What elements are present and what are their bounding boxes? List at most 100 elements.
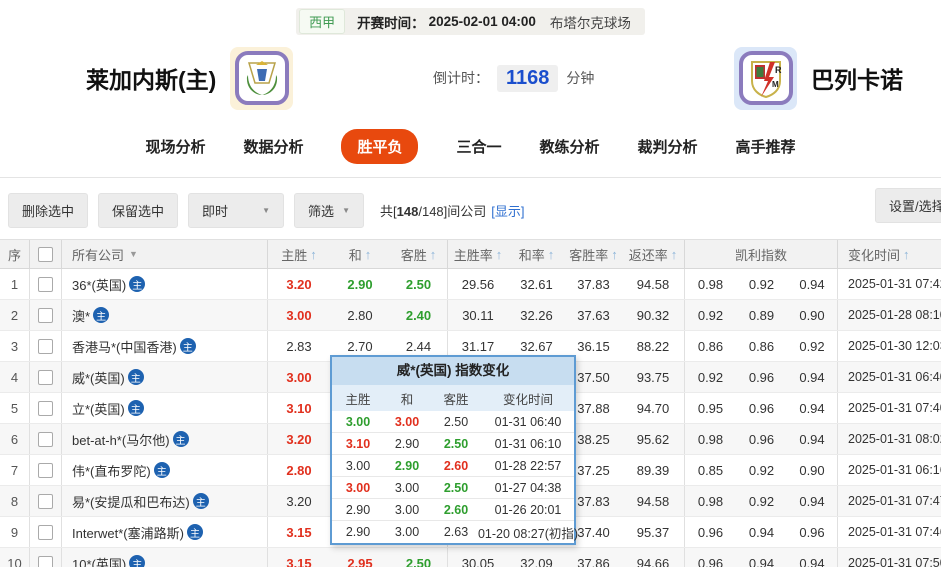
row-checkbox[interactable] (38, 369, 53, 385)
payout-cell: 88.22 (622, 331, 685, 361)
row-checkbox-cell (30, 548, 62, 567)
payout-cell: 94.58 (622, 486, 685, 516)
company-name: 36*(英国) (72, 277, 127, 293)
home-odds-cell[interactable]: 3.20 (268, 486, 330, 516)
kelly-draw-cell: 0.92 (748, 493, 775, 509)
tab-4[interactable]: 三合一 (456, 136, 501, 157)
row-checkbox[interactable] (38, 338, 53, 354)
company-cell[interactable]: 易*(安提瓜和巴布达) 主 (62, 486, 268, 516)
popup-header-4: 变化时间 (502, 392, 553, 407)
company-cell[interactable]: bet-at-h*(马尔他) 主 (62, 424, 268, 454)
row-checkbox[interactable] (38, 493, 53, 509)
home-odds-cell[interactable]: 3.15 (268, 548, 330, 567)
draw-odds-cell[interactable]: 2.90 (330, 269, 390, 299)
svg-text:M: M (772, 80, 779, 89)
kelly-draw-cell: 0.96 (748, 431, 775, 447)
draw-odds-cell[interactable]: 2.95 (330, 548, 390, 567)
chevron-down-icon: ▼ (129, 249, 138, 259)
row-number: 6 (0, 424, 30, 454)
home-odds-cell[interactable]: 3.15 (268, 517, 330, 547)
header-payout[interactable]: 返还率 ↑ (622, 240, 685, 268)
popup-home-odds: 3.00 (345, 480, 371, 495)
live-odds-dropdown[interactable]: 即时 ▼ (188, 193, 285, 228)
countdown-label: 倒计时： (432, 70, 489, 86)
company-cell[interactable]: 香港马*(中国香港) 主 (62, 331, 268, 361)
change-time-cell: 2025-01-31 07:50 (848, 556, 941, 567)
table-row: 2 澳* 主 3.00 2.80 2.40 30.11 32.26 37.63 90.32 0.92… (0, 300, 941, 331)
company-cell[interactable]: 伟*(直布罗陀) 主 (62, 455, 268, 485)
company-cell[interactable]: 36*(英国) 主 (62, 269, 268, 299)
countdown: 倒计时： 1168 分钟 (293, 64, 734, 92)
row-checkbox-cell (30, 393, 62, 423)
away-odds-cell[interactable]: 2.50 (390, 548, 448, 567)
away-odds-cell[interactable]: 2.50 (390, 269, 448, 299)
row-checkbox[interactable] (38, 462, 53, 478)
row-checkbox[interactable] (38, 524, 53, 540)
kelly-draw-cell: 0.94 (748, 555, 775, 567)
kelly-home-cell: 0.98 (697, 431, 724, 447)
home-rate-cell: 30.05 (461, 555, 495, 567)
delete-selected-button[interactable]: 删除选中 (8, 193, 89, 228)
tab-7[interactable]: 高手推荐 (736, 136, 796, 157)
company-name: Interwet*(塞浦路斯) (72, 525, 184, 541)
popup-change-time: 01-26 20:01 (494, 502, 562, 517)
payout-cell: 93.75 (622, 362, 685, 392)
away-odds-cell[interactable]: 2.40 (390, 300, 448, 330)
home-odds-cell[interactable]: 3.20 (268, 269, 330, 299)
tab-5[interactable]: 教练分析 (540, 136, 600, 157)
popup-draw-odds: 3.00 (394, 525, 420, 539)
kelly-home-cell: 0.95 (697, 400, 724, 416)
tab-3[interactable]: 胜平负 (341, 129, 419, 164)
payout-cell: 95.37 (622, 517, 685, 547)
header-draw_rate[interactable]: 和率 ↑ (508, 240, 565, 268)
company-cell[interactable]: 澳* 主 (62, 300, 268, 330)
popup-draw-odds: 2.90 (394, 436, 420, 451)
home-odds-cell[interactable]: 2.80 (268, 455, 330, 485)
company-cell[interactable]: 立*(英国) 主 (62, 393, 268, 423)
header-time[interactable]: 变化时间 ↑ (838, 240, 941, 268)
row-checkbox[interactable] (38, 555, 53, 567)
row-checkbox-cell (30, 269, 62, 299)
sort-up-icon: ↑ (429, 246, 437, 262)
tab-2[interactable]: 数据分析 (243, 136, 303, 157)
row-checkbox[interactable] (38, 431, 53, 447)
select-all-checkbox[interactable] (38, 246, 53, 262)
draw-rate-cell: 32.26 (520, 307, 553, 323)
change-time-cell: 2025-01-31 06:16 (848, 463, 941, 477)
header-away[interactable]: 客胜 ↑ (390, 240, 448, 268)
show-link[interactable]: [显示] (491, 204, 524, 219)
company-cell[interactable]: 10*(英国) 主 (62, 548, 268, 567)
tab-6[interactable]: 裁判分析 (638, 136, 698, 157)
tab-1[interactable]: 现场分析 (145, 136, 205, 157)
chevron-down-icon: ▼ (262, 206, 271, 215)
draw-odds-cell[interactable]: 2.80 (330, 300, 390, 330)
row-checkbox[interactable] (38, 400, 53, 416)
keep-selected-button[interactable]: 保留选中 (98, 193, 179, 228)
company-cell[interactable]: 威*(英国) 主 (62, 362, 268, 392)
kelly-home-cell: 0.98 (697, 493, 724, 509)
change-time-cell: 2025-01-31 06:40 (848, 370, 941, 384)
company-cell[interactable]: Interwet*(塞浦路斯) 主 (62, 517, 268, 547)
row-checkbox[interactable] (38, 307, 53, 323)
home-odds-cell[interactable]: 2.83 (268, 331, 330, 361)
kelly-home-cell: 0.98 (697, 276, 724, 292)
home-odds-cell[interactable]: 3.00 (268, 300, 330, 330)
row-checkbox[interactable] (38, 276, 53, 292)
header-company[interactable]: 所有公司 ▼ (62, 240, 268, 268)
header-home_rate[interactable]: 主胜率 ↑ (448, 240, 508, 268)
venue-name: 布塔尔克球场 (549, 15, 631, 31)
popup-change-time: 01-31 06:10 (494, 436, 562, 451)
header-away_rate[interactable]: 客胜率 ↑ (565, 240, 622, 268)
kelly-draw-cell: 0.92 (748, 462, 775, 478)
filter-dropdown[interactable]: 筛选 ▼ (294, 193, 365, 228)
home-odds-cell[interactable]: 3.00 (268, 362, 330, 392)
company-name: bet-at-h*(马尔他) (72, 432, 170, 448)
header-home[interactable]: 主胜 ↑ (268, 240, 330, 268)
row-checkbox-cell (30, 362, 62, 392)
settings-select-button[interactable]: 设置/选择 (875, 188, 941, 223)
header-draw[interactable]: 和 ↑ (330, 240, 390, 268)
home-odds-cell[interactable]: 3.10 (268, 393, 330, 423)
popup-change-time: 01-28 22:57 (494, 458, 562, 473)
away-rate-cell: 37.63 (577, 307, 610, 323)
home-odds-cell[interactable]: 3.20 (268, 424, 330, 454)
